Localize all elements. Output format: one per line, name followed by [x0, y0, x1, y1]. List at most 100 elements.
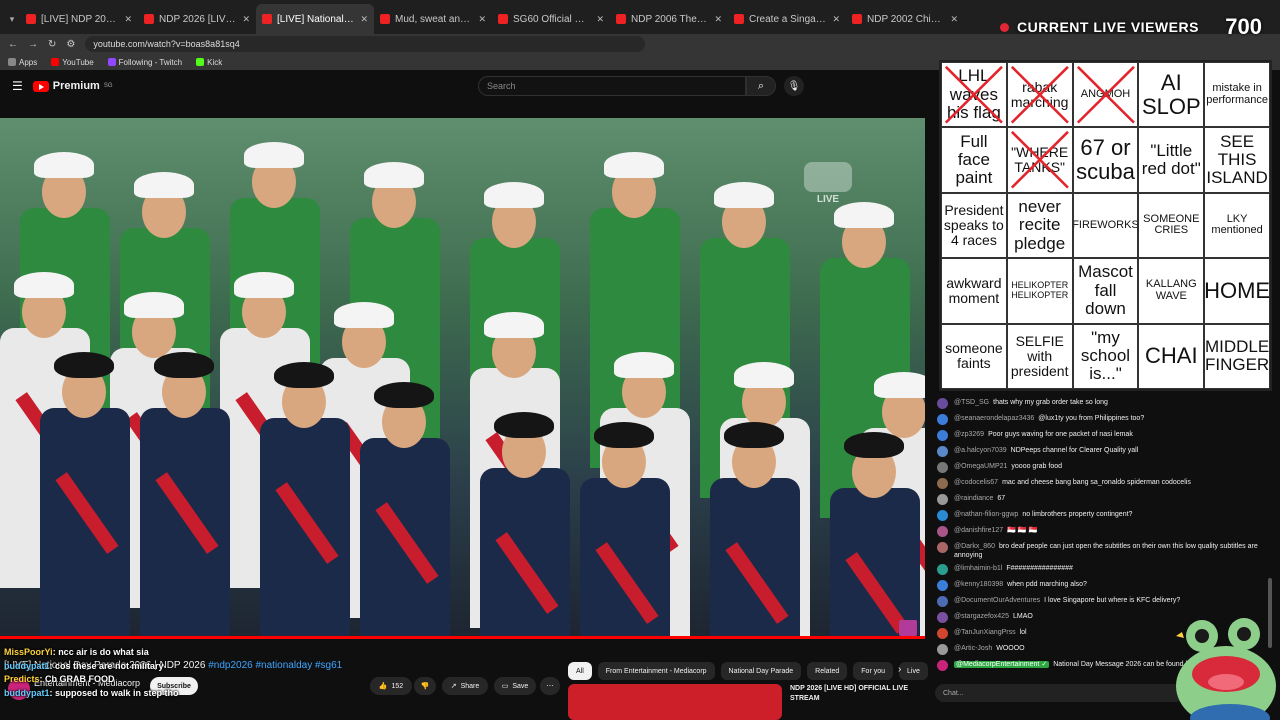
chat-author[interactable]: @Darkx_860: [954, 543, 995, 550]
share-button[interactable]: ↗ Share: [442, 677, 488, 695]
bookmark-kick[interactable]: Kick: [196, 58, 222, 67]
chat-author[interactable]: @TSD_SG: [954, 399, 989, 406]
tab-favicon-icon: [616, 14, 626, 24]
site-info-icon[interactable]: ⚙: [66, 39, 75, 50]
like-count: 152: [391, 682, 404, 690]
search-button[interactable]: ⌕: [746, 76, 776, 96]
avatar[interactable]: [937, 542, 948, 553]
video-progress-bar[interactable]: [0, 636, 925, 639]
avatar[interactable]: [937, 478, 948, 489]
avatar[interactable]: [937, 564, 948, 575]
chat-author[interactable]: @kenny180398: [954, 581, 1003, 588]
dislike-button[interactable]: 👎: [414, 677, 436, 695]
recommendation-title[interactable]: NDP 2026 [LIVE HD] OFFICIAL LIVE STREAM: [790, 684, 920, 704]
filter-chip[interactable]: Live: [899, 662, 928, 680]
avatar[interactable]: [937, 580, 948, 591]
browser-tab[interactable]: [LIVE] National Day Parade ✕: [256, 4, 374, 34]
chat-message: @seanaerondelapaz3436 @lux1ty you from Ph…: [937, 414, 1267, 425]
cap: [484, 312, 544, 338]
hamburger-menu-icon[interactable]: ☰: [12, 79, 23, 93]
save-button[interactable]: ▭ Save: [494, 677, 536, 695]
back-icon[interactable]: ←: [8, 39, 18, 50]
chat-author[interactable]: @seanaerondelapaz3436: [954, 415, 1034, 422]
filter-chip[interactable]: All: [568, 662, 592, 680]
frog-mascot-icon: [1176, 618, 1276, 720]
chat-text: 67: [997, 495, 1006, 502]
browser-tab[interactable]: NDP 2026 [LIVE HD] OFFICIAL L ✕: [138, 4, 256, 34]
bingo-cell: 67 or scuba: [1072, 127, 1139, 193]
live-dot-icon: [1000, 22, 1009, 32]
chat-author[interactable]: @nathan-filion-ggwp: [954, 511, 1018, 518]
browser-tab[interactable]: SG60 Official MV (Koala Keys) ✕: [492, 4, 610, 34]
bingo-cell-text: never recite pledge: [1014, 196, 1066, 253]
cross-mark-icon: [1010, 65, 1069, 124]
close-icon[interactable]: ✕: [832, 14, 840, 25]
bingo-cell: FIREWORKS: [1072, 192, 1139, 259]
chat-author[interactable]: @TanJunXiangPrss: [954, 629, 1016, 636]
chevron-right-icon[interactable]: ›: [898, 664, 901, 675]
avatar[interactable]: [937, 510, 948, 521]
stream-overlay-chat: MissPoorYi: ncc air is do what sia buddyp…: [4, 646, 179, 700]
avatar[interactable]: [937, 628, 948, 639]
bingo-cell-text: LKY mentioned: [1211, 212, 1263, 237]
filter-chip[interactable]: From Entertainment - Mediacorp: [597, 662, 715, 680]
chat-author[interactable]: @raindiance: [954, 495, 993, 502]
bingo-cell-text: MIDDLE FINGER: [1204, 336, 1270, 375]
chat-author[interactable]: @limhaimin-b1l: [954, 565, 1002, 572]
chat-author[interactable]: @danishfire127: [954, 527, 1003, 534]
close-icon[interactable]: ✕: [714, 14, 722, 25]
avatar[interactable]: [937, 414, 948, 425]
filter-chip[interactable]: For you: [853, 662, 894, 680]
search-input[interactable]: Search: [478, 76, 746, 96]
browser-tab[interactable]: Create a Singapore NDP Songs ✕: [728, 4, 846, 34]
chat-message: @limhaimin-b1l F################: [937, 564, 1267, 575]
close-icon[interactable]: ✕: [124, 14, 132, 25]
browser-tab[interactable]: NDP 2002 Chinese Theme Son ✕: [846, 4, 964, 34]
chat-author[interactable]: @DocumentOurAdventures: [954, 597, 1040, 604]
avatar[interactable]: [937, 462, 948, 473]
browser-tab[interactable]: [LIVE] NDP 2026: Singapore ce ✕: [20, 4, 138, 34]
avatar[interactable]: [937, 430, 948, 441]
filter-chip[interactable]: National Day Parade: [720, 662, 802, 680]
filter-chip[interactable]: Related: [807, 662, 848, 680]
close-icon[interactable]: ✕: [596, 14, 604, 25]
recommendation-thumbnail[interactable]: [568, 684, 782, 720]
avatar[interactable]: [937, 494, 948, 505]
close-icon[interactable]: ✕: [242, 14, 250, 25]
avatar[interactable]: [937, 644, 948, 655]
bookmark-youtube[interactable]: YouTube: [51, 58, 94, 67]
chat-author[interactable]: @MediacorpEntertainment ✓: [954, 661, 1050, 668]
like-button[interactable]: 👍 152: [370, 677, 412, 695]
close-icon[interactable]: ✕: [478, 14, 486, 25]
forward-icon[interactable]: →: [28, 39, 38, 50]
voice-search-button[interactable]: 🎙: [784, 76, 804, 96]
cap: [234, 272, 294, 298]
avatar[interactable]: [937, 398, 948, 409]
avatar[interactable]: [937, 446, 948, 457]
chat-author[interactable]: @stargazefox425: [954, 613, 1009, 620]
more-actions-button[interactable]: ⋯: [540, 677, 560, 695]
chat-author[interactable]: @zp3269: [954, 431, 984, 438]
chat-author[interactable]: @OmegaUMP21: [954, 463, 1007, 470]
avatar[interactable]: [937, 612, 948, 623]
chat-author[interactable]: @a.halcyon7039: [954, 447, 1007, 454]
video-player[interactable]: LIVE: [0, 118, 925, 638]
reload-icon[interactable]: ↻: [48, 39, 56, 50]
browser-tab[interactable]: Mud, sweat and tears: Reality o ✕: [374, 4, 492, 34]
browser-tab[interactable]: NDP 2006 Theme Song - My Is ✕: [610, 4, 728, 34]
bookmark-apps[interactable]: Apps: [8, 58, 37, 67]
chat-author[interactable]: @Artic-Josh: [954, 645, 992, 652]
close-icon[interactable]: ✕: [950, 14, 958, 25]
youtube-logo[interactable]: Premium SG: [32, 80, 113, 92]
tab-search-icon[interactable]: ▾: [4, 4, 20, 34]
chat-input[interactable]: Chat...: [935, 684, 1185, 702]
chat-author[interactable]: @codocelis67: [954, 479, 998, 486]
apps-icon: [8, 58, 16, 66]
bookmark-twitch[interactable]: Following - Twitch: [107, 58, 182, 67]
video-hashtags[interactable]: #ndp2026 #nationalday #sg61: [208, 660, 342, 671]
close-icon[interactable]: ✕: [360, 14, 368, 25]
avatar[interactable]: [937, 660, 948, 671]
avatar[interactable]: [937, 526, 948, 537]
avatar[interactable]: [937, 596, 948, 607]
url-field[interactable]: youtube.com/watch?v=boas8a81sq4: [85, 36, 646, 52]
